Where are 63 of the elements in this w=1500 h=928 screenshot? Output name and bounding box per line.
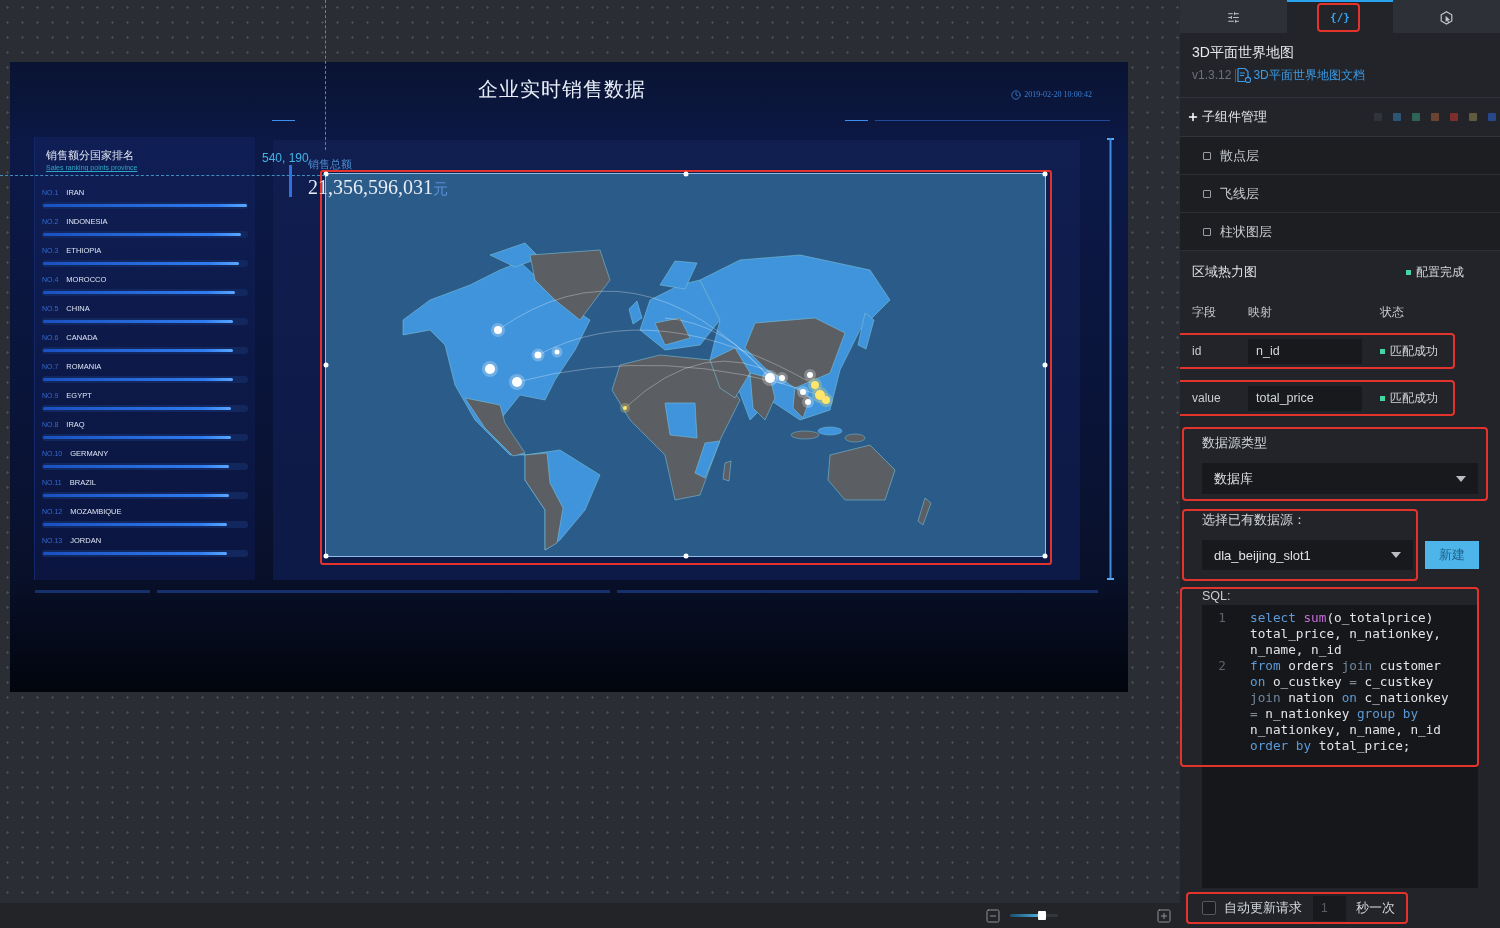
column-header: 状态 <box>1380 304 1405 321</box>
status-text: 匹配成功 <box>1390 342 1438 360</box>
resize-handle[interactable] <box>683 171 688 177</box>
line-number: 2 <box>1217 658 1227 675</box>
field-name: id <box>1192 344 1203 358</box>
form-label: SQL: <box>1202 589 1232 603</box>
zoom-slider[interactable] <box>1010 914 1058 917</box>
tab[interactable] <box>1393 0 1500 33</box>
resize-handle[interactable] <box>323 553 329 559</box>
total-label: 销售总额 <box>308 158 353 171</box>
code-editor[interactable] <box>1202 605 1478 888</box>
caret-down-icon <box>1456 475 1466 482</box>
hexagon-cursor-icon <box>1440 10 1454 25</box>
column-header: 映射 <box>1248 304 1273 321</box>
resize-handle[interactable] <box>1042 171 1048 177</box>
unit-label: 秒一次 <box>1356 899 1395 917</box>
caret-down-icon <box>1391 552 1401 558</box>
checkbox-label: 自动更新请求 <box>1224 899 1302 917</box>
plus-icon[interactable] <box>1187 111 1199 123</box>
panel-title: 销售额分国家排名 <box>46 148 135 162</box>
version-label: v1.3.12 <box>1192 68 1237 82</box>
resize-handle[interactable] <box>683 553 688 559</box>
position-label: 540, 190 <box>262 151 309 165</box>
input-field[interactable]: total_price <box>1248 385 1362 411</box>
tab[interactable]: {/} <box>1286 0 1394 33</box>
select-field[interactable]: 数据库 <box>1202 463 1478 494</box>
layer-name: 散点层 <box>1220 146 1259 165</box>
resize-handle[interactable] <box>1042 362 1048 368</box>
resize-handle[interactable] <box>1042 553 1048 559</box>
dashboard-title: 企业实时销售数据 <box>478 77 646 101</box>
status-text: 匹配成功 <box>1390 389 1438 407</box>
resize-handle[interactable] <box>323 171 329 177</box>
checkbox[interactable] <box>1203 151 1211 160</box>
resize-handle[interactable] <box>323 362 329 368</box>
layer-item[interactable]: 飞线层 <box>1180 175 1500 213</box>
form-label: 选择已有数据源： <box>1202 512 1307 528</box>
layer-name: 飞线层 <box>1220 184 1259 203</box>
checkbox[interactable] <box>1203 227 1211 236</box>
column-header: 字段 <box>1192 304 1217 321</box>
doc-link[interactable]: 3D平面世界地图文档 <box>1253 66 1365 84</box>
field-name: value <box>1192 391 1222 405</box>
clock-icon <box>1011 90 1022 100</box>
select-field[interactable]: dla_beijing_slot1 <box>1202 540 1413 570</box>
accent-bar <box>289 165 292 197</box>
checkbox[interactable] <box>1202 901 1216 915</box>
layer-item[interactable]: 柱状图层 <box>1180 213 1500 251</box>
code-line: from orders join customer on o_custkey = c_custkey join nation on c_nationkey = n_nationkey group by n_nationkey, n_name, n_id order by total_price; <box>1250 658 1450 754</box>
zoom-out-icon[interactable] <box>985 907 1001 924</box>
sliders-icon <box>1226 11 1240 24</box>
status-text: 配置完成 <box>1416 263 1464 281</box>
timestamp: 2019-02-20 10:00:42 <box>1024 90 1092 100</box>
checkbox[interactable] <box>1203 189 1211 198</box>
layer-item[interactable]: 散点层 <box>1180 137 1500 175</box>
section-title: 区域热力图 <box>1192 263 1257 281</box>
zoom-in-icon[interactable] <box>1156 907 1172 924</box>
form-label: 数据源类型 <box>1202 435 1268 451</box>
input-field[interactable]: n_id <box>1248 338 1362 364</box>
layer-name: 柱状图层 <box>1220 222 1272 241</box>
slider-thumb[interactable] <box>1038 911 1047 920</box>
component-title: 3D平面世界地图 <box>1192 44 1295 60</box>
document-icon <box>1236 67 1253 83</box>
line-number: 1 <box>1217 610 1227 627</box>
section-title: 子组件管理 <box>1202 108 1267 126</box>
